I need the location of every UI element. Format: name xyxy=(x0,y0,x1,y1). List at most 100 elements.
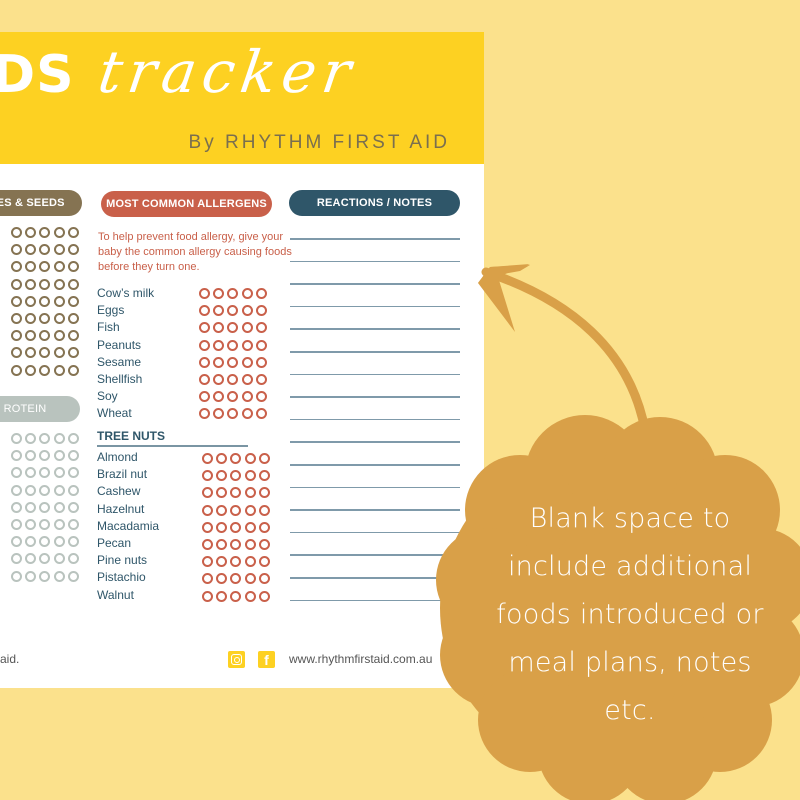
tracking-circle[interactable] xyxy=(53,433,65,445)
tracking-circle[interactable] xyxy=(53,536,65,548)
tracking-circle[interactable] xyxy=(244,504,256,516)
tracking-circle[interactable] xyxy=(25,484,37,496)
tracking-circle[interactable] xyxy=(258,573,270,585)
tracking-circle[interactable] xyxy=(67,553,79,565)
tracking-circle[interactable] xyxy=(202,573,213,585)
tracking-circle[interactable] xyxy=(25,244,37,256)
tracking-circle[interactable] xyxy=(67,295,79,307)
tracking-circle[interactable] xyxy=(213,408,225,420)
note-line[interactable] xyxy=(290,373,460,376)
tracking-circle[interactable] xyxy=(199,374,210,386)
tracking-circle[interactable] xyxy=(67,278,79,290)
tracking-circle[interactable] xyxy=(25,536,37,548)
tracking-circle[interactable] xyxy=(258,504,270,516)
tracking-circle[interactable] xyxy=(244,487,256,499)
tracking-circle[interactable] xyxy=(227,288,239,300)
tracking-circle[interactable] xyxy=(53,330,65,342)
tracking-circle[interactable] xyxy=(11,467,22,479)
tracking-circle[interactable] xyxy=(255,288,267,300)
tracking-circle[interactable] xyxy=(67,519,79,531)
tracking-circle[interactable] xyxy=(241,356,253,368)
tracking-circle[interactable] xyxy=(255,339,267,351)
tracking-circle[interactable] xyxy=(255,322,267,334)
tracking-circle[interactable] xyxy=(202,487,213,499)
tracking-circle[interactable] xyxy=(53,467,65,479)
tracking-circle[interactable] xyxy=(67,244,79,256)
tracking-circle[interactable] xyxy=(67,330,79,342)
tracking-circle[interactable] xyxy=(25,519,37,531)
tracking-circle[interactable] xyxy=(199,322,210,334)
tracking-circle[interactable] xyxy=(39,501,51,513)
tracking-circle[interactable] xyxy=(230,470,242,482)
tracking-circle[interactable] xyxy=(230,590,242,602)
tracking-circle[interactable] xyxy=(255,374,267,386)
tracking-circle[interactable] xyxy=(213,305,225,317)
tracking-circle[interactable] xyxy=(67,433,79,445)
website-link[interactable]: www.rhythmfirstaid.com.au xyxy=(289,652,432,666)
tracking-circle[interactable] xyxy=(199,288,210,300)
tracking-circle[interactable] xyxy=(39,553,51,565)
tracking-circle[interactable] xyxy=(258,453,270,465)
tracking-circle[interactable] xyxy=(53,244,65,256)
tracking-circle[interactable] xyxy=(67,467,79,479)
tracking-circle[interactable] xyxy=(39,519,51,531)
tracking-circle[interactable] xyxy=(11,347,22,359)
tracking-circle[interactable] xyxy=(255,305,267,317)
tracking-circle[interactable] xyxy=(25,330,37,342)
tracking-circle[interactable] xyxy=(244,470,256,482)
tracking-circle[interactable] xyxy=(213,391,225,403)
tracking-circle[interactable] xyxy=(216,539,228,551)
note-line[interactable] xyxy=(290,260,460,263)
tracking-circle[interactable] xyxy=(11,295,22,307)
tracking-circle[interactable] xyxy=(67,570,79,582)
tracking-circle[interactable] xyxy=(39,536,51,548)
tracking-circle[interactable] xyxy=(67,484,79,496)
tracking-circle[interactable] xyxy=(11,330,22,342)
tracking-circle[interactable] xyxy=(39,347,51,359)
instagram-icon[interactable] xyxy=(228,651,245,668)
tracking-circle[interactable] xyxy=(39,227,51,239)
tracking-circle[interactable] xyxy=(39,450,51,462)
tracking-circle[interactable] xyxy=(11,278,22,290)
tracking-circle[interactable] xyxy=(258,556,270,568)
tracking-circle[interactable] xyxy=(241,408,253,420)
tracking-circle[interactable] xyxy=(241,305,253,317)
tracking-circle[interactable] xyxy=(67,261,79,273)
note-line[interactable] xyxy=(290,486,460,489)
tracking-circle[interactable] xyxy=(244,453,256,465)
note-line[interactable] xyxy=(290,509,460,511)
tracking-circle[interactable] xyxy=(227,374,239,386)
tracking-circle[interactable] xyxy=(11,501,22,513)
tracking-circle[interactable] xyxy=(230,504,242,516)
tracking-circle[interactable] xyxy=(199,391,210,403)
tracking-circle[interactable] xyxy=(227,356,239,368)
tracking-circle[interactable] xyxy=(199,408,210,420)
tracking-circle[interactable] xyxy=(25,501,37,513)
note-line[interactable] xyxy=(290,599,460,602)
tracking-circle[interactable] xyxy=(202,556,213,568)
tracking-circle[interactable] xyxy=(11,313,22,325)
note-line[interactable] xyxy=(290,396,460,398)
tracking-circle[interactable] xyxy=(53,501,65,513)
tracking-circle[interactable] xyxy=(53,364,65,376)
tracking-circle[interactable] xyxy=(25,570,37,582)
tracking-circle[interactable] xyxy=(258,487,270,499)
tracking-circle[interactable] xyxy=(244,556,256,568)
tracking-circle[interactable] xyxy=(199,356,210,368)
note-line[interactable] xyxy=(290,418,460,421)
tracking-circle[interactable] xyxy=(67,313,79,325)
tracking-circle[interactable] xyxy=(230,573,242,585)
tracking-circle[interactable] xyxy=(241,374,253,386)
tracking-circle[interactable] xyxy=(213,322,225,334)
tracking-circle[interactable] xyxy=(216,590,228,602)
tracking-circle[interactable] xyxy=(227,322,239,334)
tracking-circle[interactable] xyxy=(25,347,37,359)
tracking-circle[interactable] xyxy=(216,504,228,516)
note-line[interactable] xyxy=(290,305,460,308)
note-line[interactable] xyxy=(290,238,460,240)
facebook-icon[interactable]: f xyxy=(258,651,275,668)
note-line[interactable] xyxy=(290,531,460,534)
tracking-circle[interactable] xyxy=(227,305,239,317)
tracking-circle[interactable] xyxy=(25,278,37,290)
tracking-circle[interactable] xyxy=(202,521,213,533)
